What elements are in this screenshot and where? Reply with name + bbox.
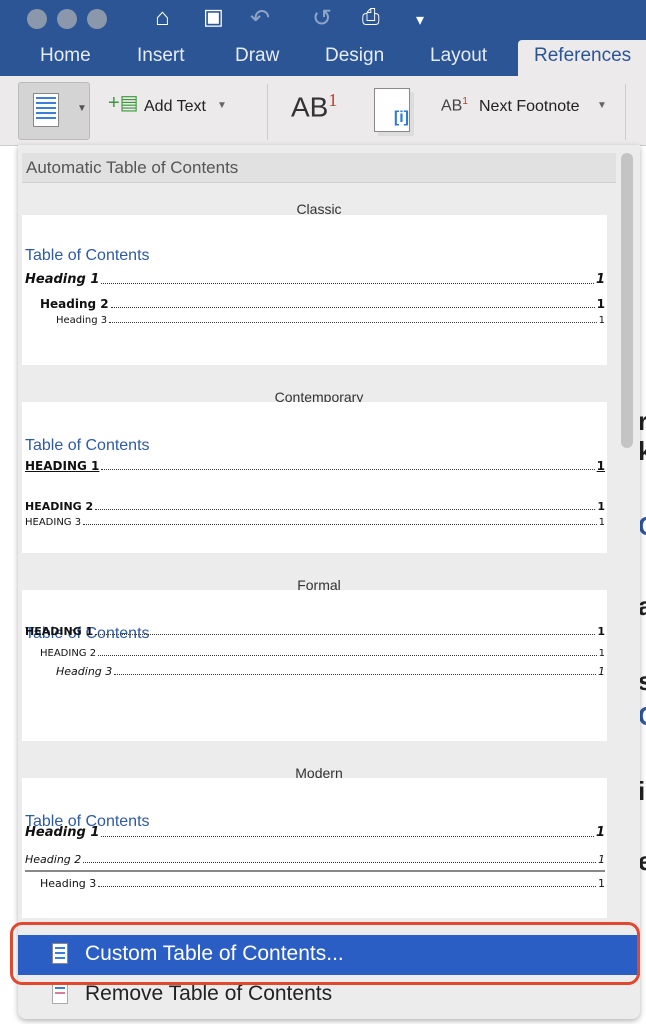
heading-text: HEADING 2	[40, 648, 97, 659]
dot-leader	[109, 322, 597, 323]
tab-layout[interactable]: Layout	[430, 45, 487, 67]
heading-text: HEADING 3	[25, 517, 82, 528]
toc-preview-row: HEADING 1 1	[25, 625, 605, 638]
next-footnote-button[interactable]: Next Footnote	[479, 98, 580, 116]
toc-button[interactable]: ▼	[18, 82, 90, 140]
page-number: 1	[596, 459, 605, 473]
chevron-down-icon: ▼	[217, 100, 227, 111]
page-number: 1	[598, 648, 605, 659]
tab-draw[interactable]: Draw	[235, 45, 279, 67]
tab-insert[interactable]: Insert	[137, 45, 185, 67]
toc-gallery-dropdown: Automatic Table of Contents Classic Table…	[18, 145, 640, 1019]
redo-icon[interactable]: ↺	[312, 4, 332, 33]
dot-leader	[101, 283, 594, 284]
chevron-down-icon: ▼	[77, 103, 87, 114]
zoom-button[interactable]	[87, 9, 107, 29]
heading-text: Heading 3	[56, 665, 113, 678]
scrollbar[interactable]	[621, 153, 633, 448]
toc-icon	[33, 93, 59, 127]
heading-text: Heading 3	[40, 877, 97, 890]
page-number: 1	[598, 517, 605, 528]
tab-design[interactable]: Design	[325, 45, 384, 67]
heading-text: Heading 1	[25, 825, 100, 840]
heading-text: Heading 3	[56, 315, 108, 326]
toc-preview-row: Heading 3 1	[40, 877, 605, 890]
dot-leader	[83, 862, 596, 863]
toc-preview-row: HEADING 1 1	[25, 459, 605, 473]
toc-preview-row: Heading 2 1	[40, 297, 605, 311]
dot-leader	[114, 674, 596, 675]
next-footnote-icon: AB1	[441, 96, 468, 115]
insert-footnote-button[interactable]: AB1	[291, 90, 337, 123]
toc-preview-row: Heading 2 1	[25, 853, 605, 866]
heading-text: Heading 2	[40, 297, 109, 311]
toc-preview-row: Heading 3 1	[56, 315, 605, 326]
heading-text: HEADING 1	[25, 459, 100, 473]
toc-preview-row: HEADING 2 1	[25, 500, 605, 513]
insert-endnote-icon[interactable]: [i]	[374, 88, 410, 132]
minimize-button[interactable]	[57, 9, 77, 29]
page-number: 1	[596, 297, 605, 311]
divider	[625, 84, 626, 140]
page-number: 1	[598, 315, 605, 326]
eraser-icon	[52, 983, 68, 1004]
toc-style-modern[interactable]: Table of Contents Heading 1 1 Heading 2 1 Hea…	[22, 778, 607, 918]
dot-leader	[95, 509, 596, 510]
print-icon[interactable]: ⎙	[362, 4, 380, 30]
page-number: 1	[598, 665, 605, 678]
undo-icon[interactable]: ↶	[250, 4, 270, 33]
dot-leader	[95, 634, 596, 635]
home-icon[interactable]: ⌂	[155, 4, 170, 32]
highlight-callout	[10, 922, 640, 985]
divider	[25, 870, 605, 872]
heading-text: Heading 2	[25, 853, 82, 866]
footnote-superscript: 1	[328, 90, 338, 110]
toc-style-contemporary[interactable]: Table of Contents HEADING 1 1 HEADING 2 1 HEA…	[22, 402, 607, 553]
dot-leader	[83, 524, 597, 525]
add-text-icon: +▤	[108, 92, 139, 114]
toc-preview-title: Table of Contents	[25, 437, 150, 454]
toc-preview-title: Table of Contents	[25, 247, 150, 264]
dot-leader	[98, 886, 596, 887]
heading-text: HEADING 2	[25, 500, 94, 513]
dot-leader	[98, 655, 597, 656]
add-text-button[interactable]: Add Text	[144, 98, 206, 116]
page-number: 1	[595, 272, 605, 287]
page-number: 1	[598, 853, 605, 866]
page-number: 1	[597, 500, 605, 513]
page-number: 1	[598, 877, 605, 890]
tab-home[interactable]: Home	[40, 45, 91, 67]
remove-toc-label: Remove Table of Contents	[85, 982, 333, 1005]
toc-style-classic[interactable]: Table of Contents Heading 1 1 Heading 2 1 Hea…	[22, 215, 607, 365]
title-bar: ⌂ ▣ ↶ ↺ ⎙ ▾ Home Insert Draw Design Layo…	[0, 0, 646, 76]
page-number: 1	[597, 625, 605, 638]
page-number: 1	[595, 825, 605, 840]
toc-preview-row: HEADING 3 1	[25, 517, 605, 528]
insert-footnote-label: AB	[291, 91, 329, 123]
toc-preview-row: Heading 1 1	[25, 272, 605, 287]
toc-style-formal[interactable]: Table of Contents HEADING 1 1 HEADING 2 1 Hea…	[22, 590, 607, 741]
dot-leader	[101, 836, 594, 837]
dot-leader	[101, 469, 595, 470]
gallery-header: Automatic Table of Contents	[22, 153, 616, 183]
toc-preview-row: Heading 1 1	[25, 825, 605, 840]
close-button[interactable]	[27, 9, 47, 29]
divider	[267, 84, 268, 140]
toc-preview-row: Heading 3 1	[56, 665, 605, 678]
heading-text: HEADING 1	[25, 625, 94, 638]
customize-icon[interactable]: ▾	[416, 10, 424, 30]
tab-references[interactable]: References	[518, 40, 646, 76]
dot-leader	[110, 307, 595, 308]
ribbon: ▼ +▤ Add Text ▼ AB1 [i] AB1 Next Footnot…	[0, 76, 646, 146]
toc-preview-row: HEADING 2 1	[40, 648, 605, 659]
heading-text: Heading 1	[25, 272, 100, 287]
save-icon[interactable]: ▣	[203, 4, 224, 30]
chevron-down-icon: ▼	[597, 100, 607, 111]
